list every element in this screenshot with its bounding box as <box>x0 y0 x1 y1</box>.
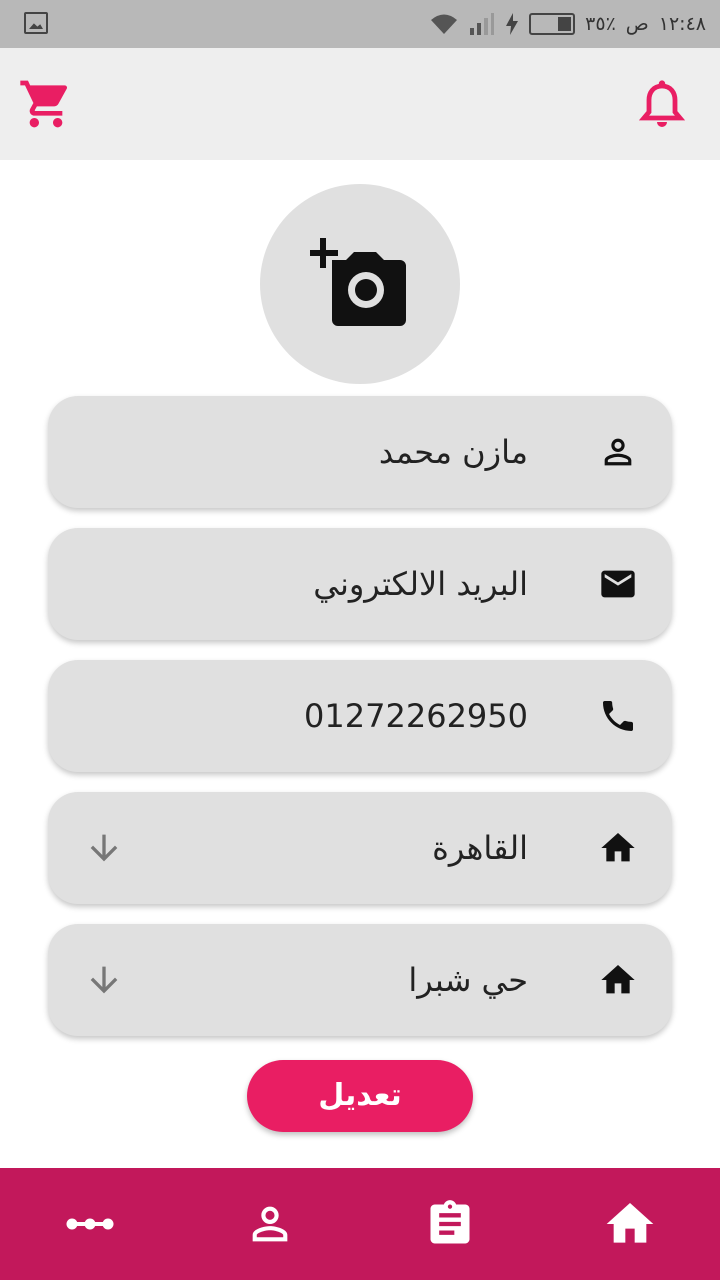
clock: ١٢:٤٨ <box>658 13 706 35</box>
district-value: حي شبرا <box>408 961 528 999</box>
edit-button[interactable]: تعديل <box>247 1060 473 1132</box>
assignment-icon[interactable] <box>422 1196 478 1252</box>
gallery-notification-icon <box>24 12 48 34</box>
wifi-icon <box>431 14 458 34</box>
home-nav-icon[interactable] <box>602 1196 658 1252</box>
person-icon <box>598 432 638 472</box>
bottom-nav <box>0 1168 720 1280</box>
arrow-down-icon <box>84 828 124 872</box>
profile-nav-icon[interactable] <box>242 1196 298 1252</box>
phone-value: 01272262950 <box>304 697 528 735</box>
am-pm: ص <box>625 13 649 35</box>
email-value: البريد الالكتروني <box>313 565 528 603</box>
district-dropdown[interactable]: حي شبرا <box>48 924 672 1036</box>
email-icon <box>598 564 638 604</box>
home-icon <box>598 828 638 868</box>
notification-bell-icon[interactable] <box>638 78 686 134</box>
home-icon <box>598 960 638 1000</box>
charging-icon <box>506 13 519 35</box>
profile-photo[interactable] <box>260 184 460 384</box>
phone-field[interactable]: 01272262950 <box>48 660 672 772</box>
city-dropdown[interactable]: القاهرة <box>48 792 672 904</box>
shopping-cart-icon[interactable] <box>18 76 74 136</box>
email-field[interactable]: البريد الالكتروني <box>48 528 672 640</box>
status-bar-right: ٣٥٪ ص ١٢:٤٨ <box>429 0 706 48</box>
add-a-photo-icon <box>310 238 406 326</box>
phone-icon <box>598 696 638 736</box>
status-bar: ٣٥٪ ص ١٢:٤٨ <box>0 0 720 48</box>
city-value: القاهرة <box>432 829 528 867</box>
arrow-down-icon <box>84 960 124 1004</box>
app-bar <box>0 48 720 160</box>
battery-percent: ٣٥٪ <box>585 13 616 35</box>
name-field[interactable]: مازن محمد <box>48 396 672 508</box>
battery-icon <box>529 13 576 35</box>
name-value: مازن محمد <box>378 433 528 471</box>
signal-icon <box>470 13 495 35</box>
more-icon[interactable] <box>62 1196 118 1252</box>
